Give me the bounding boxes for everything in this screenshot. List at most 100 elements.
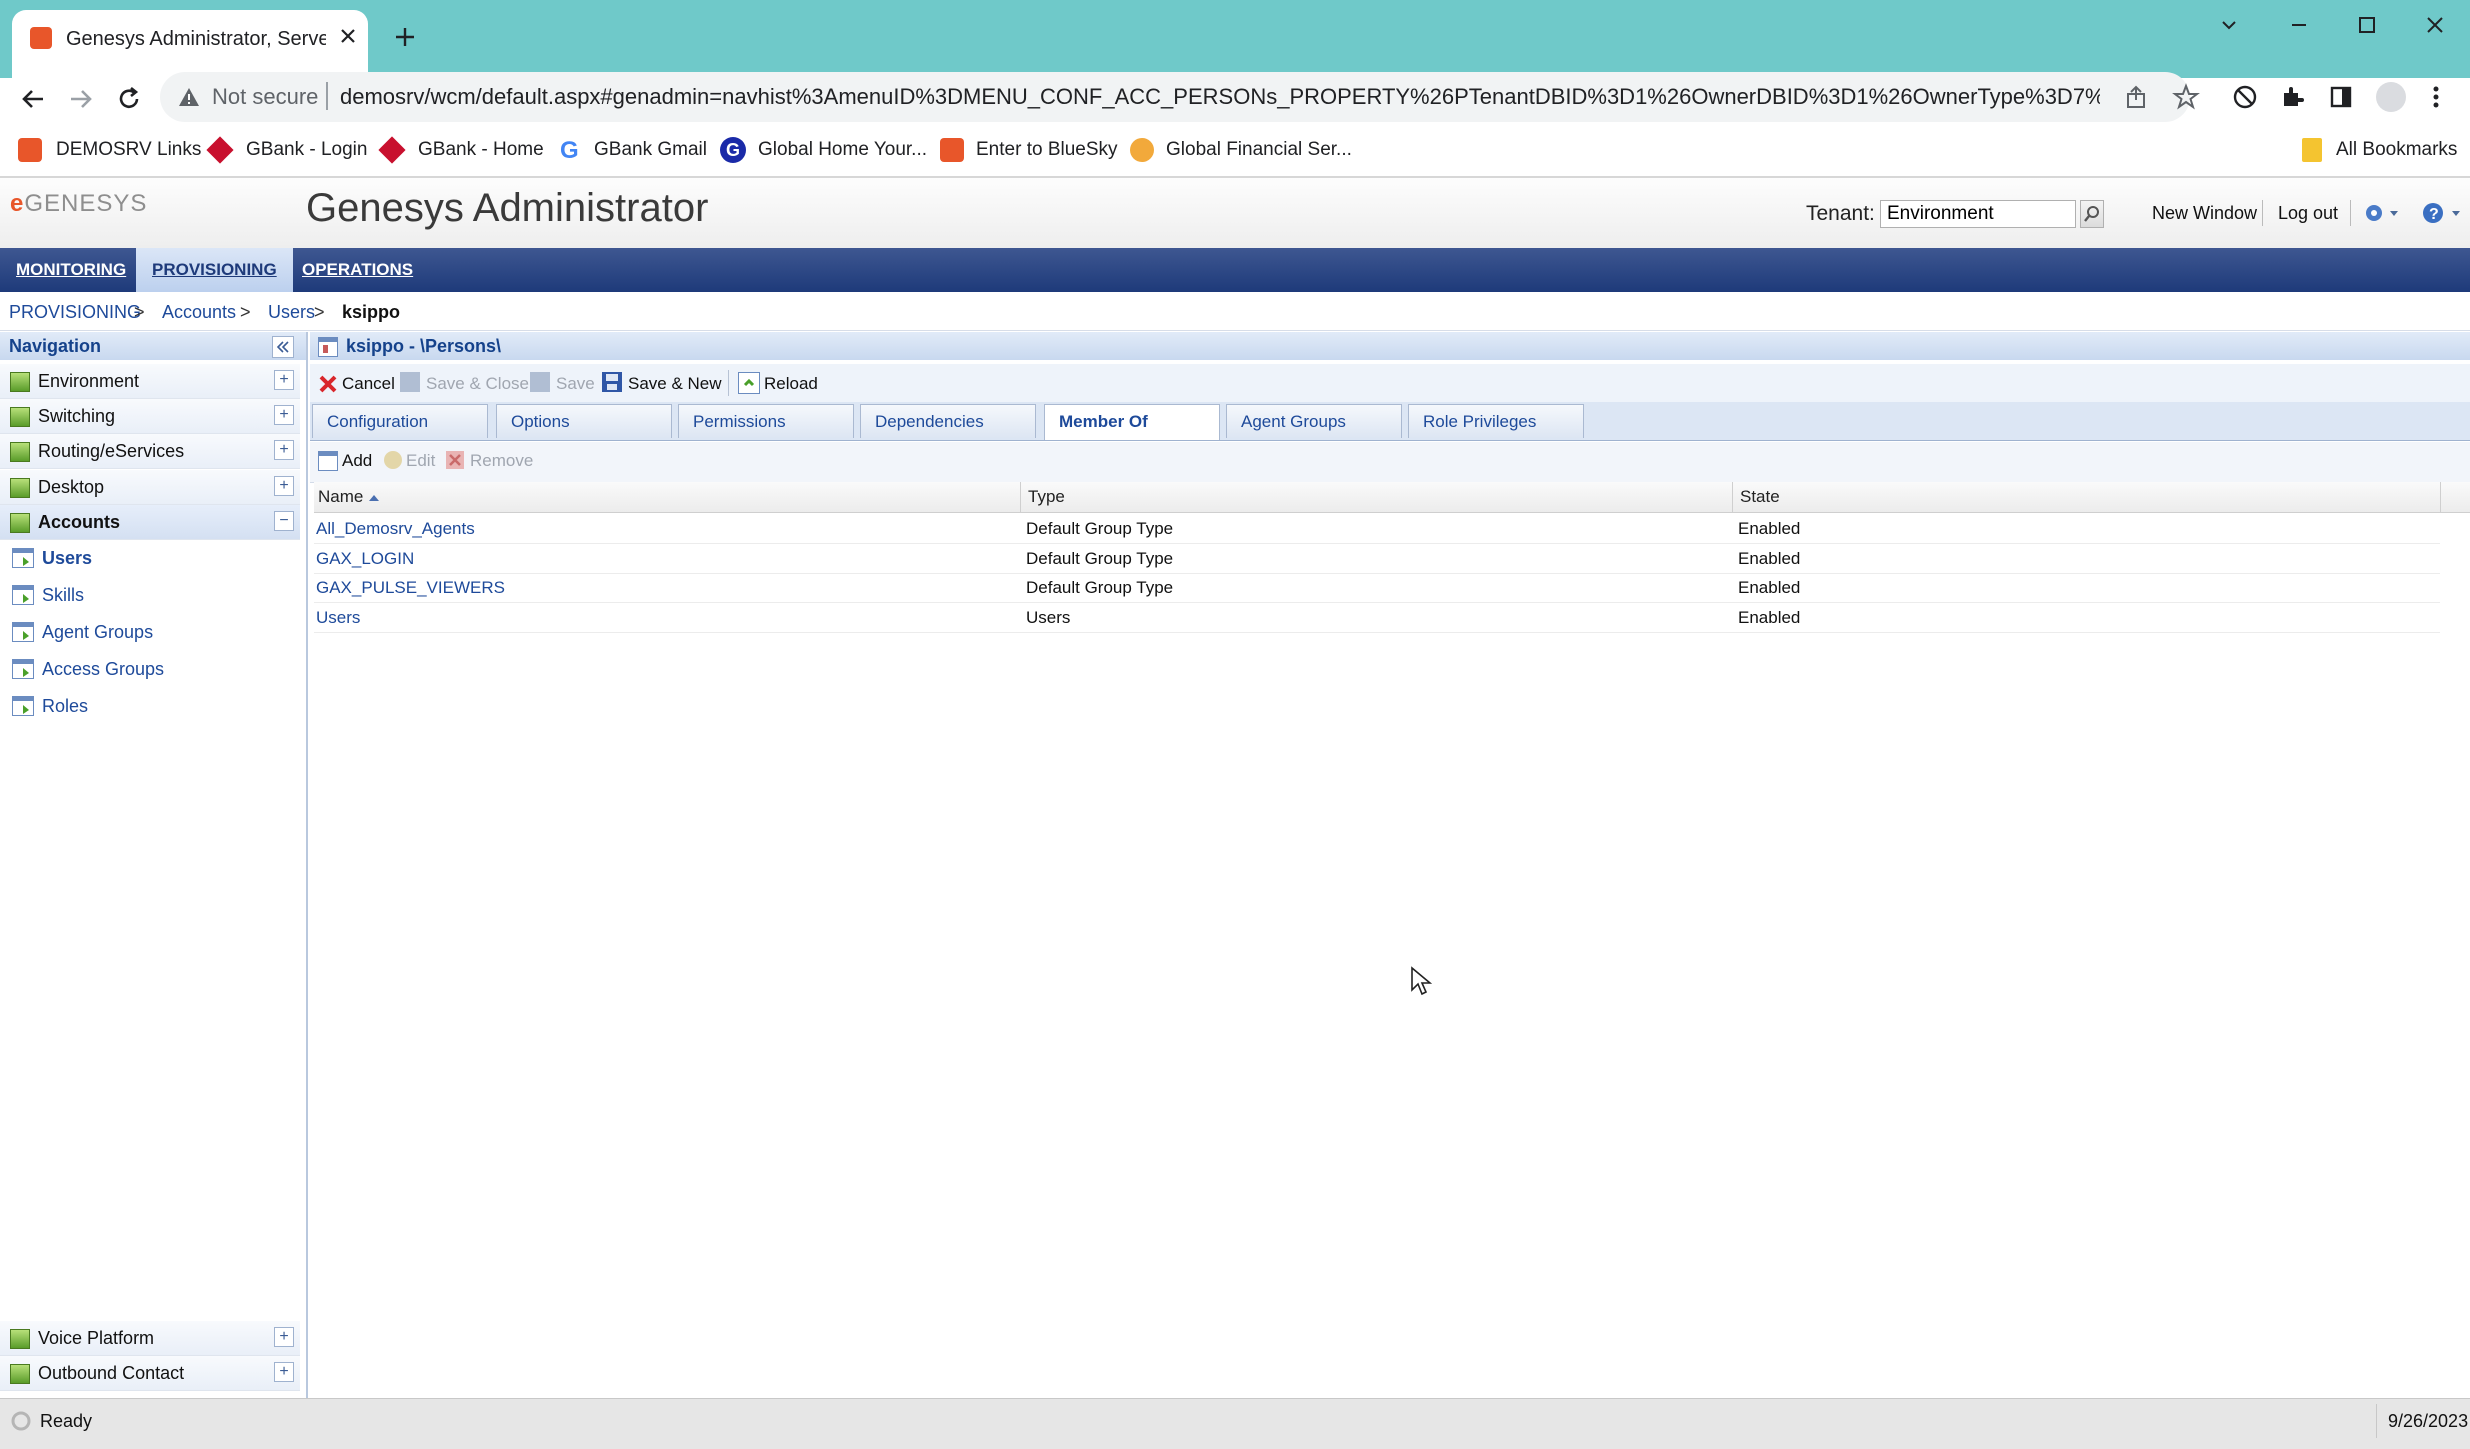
- menu-operations[interactable]: OPERATIONS: [286, 248, 429, 292]
- save-new-button[interactable]: Save & New: [628, 374, 722, 394]
- close-window-icon[interactable]: [2424, 14, 2446, 36]
- expand-plus-icon[interactable]: +: [274, 405, 294, 425]
- breadcrumb-separator: >: [134, 302, 145, 322]
- save-new-disk-icon: [602, 372, 622, 392]
- tenant-search-icon[interactable]: [2080, 200, 2104, 228]
- member-name[interactable]: Users: [316, 603, 360, 632]
- column-name[interactable]: Name: [318, 482, 363, 512]
- bookmark-enter-bluesky[interactable]: Enter to BlueSky: [976, 139, 1118, 161]
- save-close-disk-icon: [400, 372, 420, 392]
- nav-section-label: Environment: [38, 371, 140, 391]
- tab-options[interactable]: Options: [496, 404, 672, 438]
- profile-avatar[interactable]: [2376, 82, 2406, 112]
- remove-button[interactable]: Remove: [470, 451, 533, 471]
- agent-groups-icon: [12, 622, 34, 642]
- help-icon[interactable]: ?: [2420, 200, 2464, 226]
- close-tab-icon[interactable]: [336, 24, 360, 48]
- tab-member-of[interactable]: Member Of: [1044, 404, 1220, 440]
- tab-agent-groups[interactable]: Agent Groups: [1226, 404, 1402, 438]
- expand-plus-icon[interactable]: +: [274, 370, 294, 390]
- nav-item-access-groups[interactable]: Access Groups: [42, 659, 164, 680]
- column-state[interactable]: State: [1740, 482, 1780, 512]
- member-type: Default Group Type: [1026, 549, 1174, 568]
- save-close-button[interactable]: Save & Close: [426, 374, 529, 394]
- side-panel-icon[interactable]: [2328, 84, 2354, 110]
- google-g-icon: G: [560, 137, 579, 164]
- bookmark-global-home[interactable]: Global Home Your...: [758, 139, 927, 161]
- reload-button[interactable]: Reload: [764, 374, 818, 394]
- collapse-minus-icon[interactable]: −: [274, 511, 294, 531]
- log-out-link[interactable]: Log out: [2278, 203, 2338, 224]
- table-row[interactable]: [314, 573, 2440, 603]
- nav-item-users[interactable]: Users: [42, 548, 92, 569]
- expand-plus-icon[interactable]: +: [274, 440, 294, 460]
- add-button[interactable]: Add: [342, 451, 372, 471]
- table-row[interactable]: [314, 603, 2440, 633]
- column-divider[interactable]: [1732, 482, 1733, 512]
- nav-section-label: Accounts: [38, 512, 121, 532]
- nav-item-agent-groups[interactable]: Agent Groups: [42, 622, 153, 643]
- save-button[interactable]: Save: [556, 374, 595, 394]
- breadcrumb-accounts[interactable]: Accounts: [162, 302, 236, 323]
- url-text[interactable]: demosrv/wcm/default.aspx#genadmin=navhis…: [340, 84, 2100, 110]
- reload-page-icon[interactable]: [114, 84, 144, 114]
- tab-configuration[interactable]: Configuration: [312, 404, 488, 438]
- tab-search-chevron-icon[interactable]: [2218, 14, 2240, 36]
- nav-item-skills[interactable]: Skills: [42, 585, 84, 606]
- member-state: Enabled: [1738, 519, 1801, 538]
- back-arrow-icon[interactable]: [18, 84, 48, 114]
- new-tab-icon[interactable]: [392, 24, 418, 50]
- forward-arrow-icon[interactable]: [66, 84, 96, 114]
- all-bookmarks[interactable]: All Bookmarks: [2336, 139, 2457, 161]
- table-row[interactable]: [314, 544, 2440, 574]
- share-icon[interactable]: [2124, 84, 2150, 110]
- bookmark-gbank-login[interactable]: GBank - Login: [246, 139, 367, 161]
- bookmark-demosrv-links[interactable]: DEMOSRV Links: [56, 139, 201, 161]
- bookmark-gbank-home[interactable]: GBank - Home: [418, 139, 544, 161]
- navigation-header: Navigation: [0, 332, 306, 360]
- menu-monitoring[interactable]: MONITORING: [0, 248, 142, 292]
- member-state: Enabled: [1738, 608, 1801, 627]
- browser-menu-icon[interactable]: [2426, 84, 2446, 110]
- bookmark-global-financial[interactable]: Global Financial Ser...: [1166, 139, 1352, 161]
- warning-triangle-icon[interactable]: [178, 86, 200, 108]
- genesys-logo-text: GENESYS: [24, 190, 148, 217]
- genesys-favicon-icon: [30, 27, 52, 49]
- tab-role-privileges[interactable]: Role Privileges: [1408, 404, 1584, 438]
- settings-gear-icon[interactable]: [2362, 200, 2402, 226]
- column-divider[interactable]: [1020, 482, 1021, 512]
- edit-button[interactable]: Edit: [406, 451, 435, 471]
- breadcrumb-users[interactable]: Users: [268, 302, 315, 323]
- member-name[interactable]: GAX_PULSE_VIEWERS: [316, 573, 505, 602]
- tenant-input[interactable]: [1880, 200, 2076, 228]
- collapse-panel-icon[interactable]: [272, 336, 294, 358]
- table-row[interactable]: [314, 514, 2440, 544]
- new-window-link[interactable]: New Window: [2152, 203, 2257, 224]
- breadcrumb-provisioning[interactable]: PROVISIONING: [9, 302, 141, 323]
- expand-plus-icon[interactable]: +: [274, 476, 294, 496]
- member-name[interactable]: All_Demosrv_Agents: [316, 514, 475, 543]
- member-type: Default Group Type: [1026, 578, 1174, 597]
- expand-plus-icon[interactable]: +: [274, 1362, 294, 1382]
- menu-provisioning[interactable]: PROVISIONING: [136, 248, 293, 292]
- cancel-button[interactable]: Cancel: [342, 374, 395, 394]
- tab-dependencies[interactable]: Dependencies: [860, 404, 1036, 438]
- browser-tab-title: Genesys Administrator, Server: lo: [66, 28, 326, 50]
- folder-green-icon: [10, 407, 30, 427]
- expand-plus-icon[interactable]: +: [274, 1327, 294, 1347]
- puzzle-extensions-icon[interactable]: [2280, 84, 2306, 110]
- folder-green-icon: [10, 478, 30, 498]
- not-secure-label[interactable]: Not secure: [212, 84, 318, 110]
- minimize-icon[interactable]: [2288, 14, 2310, 36]
- column-type[interactable]: Type: [1028, 482, 1065, 512]
- extension-blocked-icon[interactable]: [2232, 84, 2258, 110]
- bookmark-star-icon[interactable]: [2172, 83, 2200, 111]
- bookmark-gbank-gmail[interactable]: GBank Gmail: [594, 139, 707, 161]
- tab-permissions[interactable]: Permissions: [678, 404, 854, 438]
- content-title: ksippo - \Persons\: [346, 336, 502, 356]
- maximize-icon[interactable]: [2356, 14, 2378, 36]
- nav-section-label: Switching: [38, 406, 116, 426]
- browser-tab-bar: [0, 0, 2470, 78]
- nav-item-roles[interactable]: Roles: [42, 696, 88, 717]
- member-name[interactable]: GAX_LOGIN: [316, 544, 414, 573]
